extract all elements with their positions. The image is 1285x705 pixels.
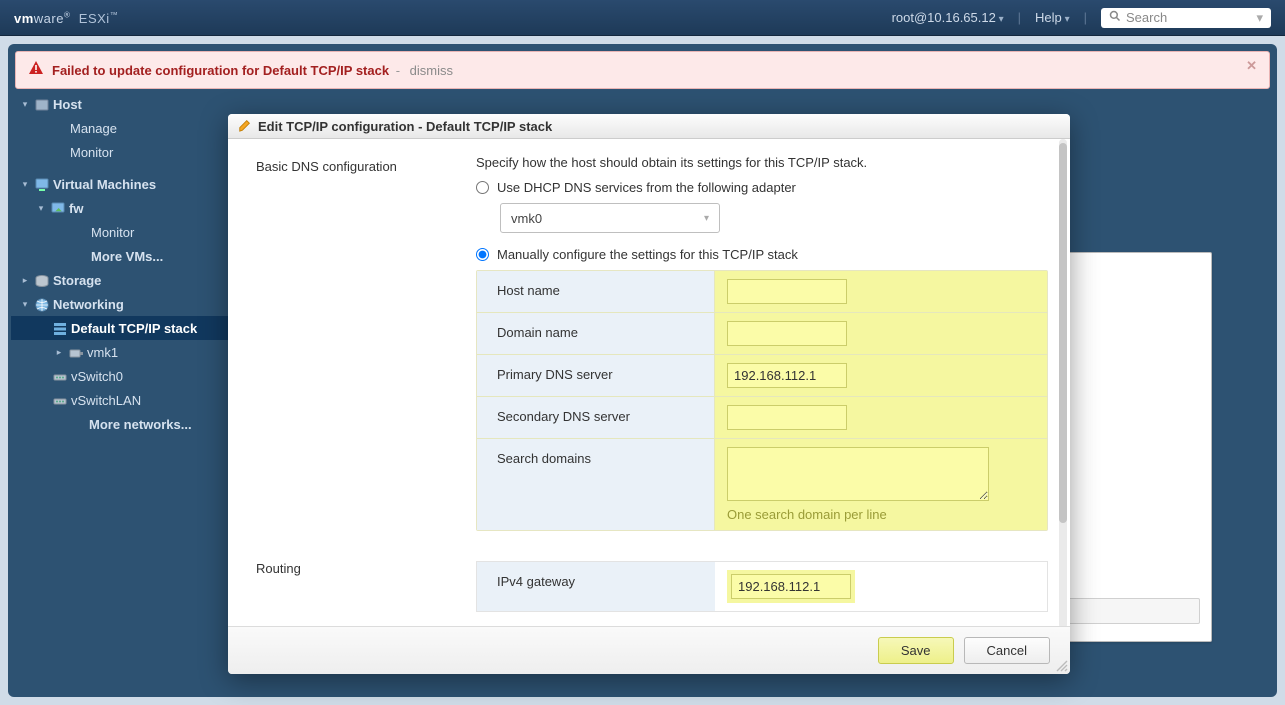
manual-radio[interactable] — [476, 248, 489, 261]
resize-grip-icon[interactable] — [1056, 660, 1068, 672]
alert-message: Failed to update configuration for Defau… — [52, 63, 389, 78]
search-icon — [1109, 10, 1121, 25]
cancel-button[interactable]: Cancel — [964, 637, 1050, 664]
chevron-down-icon: ▾ — [704, 213, 709, 224]
dhcp-radio-label: Use DHCP DNS services from the following… — [497, 180, 796, 195]
ipv4-gateway-row: IPv4 gateway — [476, 561, 1048, 612]
save-button[interactable]: Save — [878, 637, 954, 664]
chevron-down-icon: ▾ — [1256, 10, 1263, 26]
nav-vmk1[interactable]: ▸ vmk1 — [11, 340, 242, 364]
adapter-selected-value: vmk0 — [511, 211, 542, 226]
help-menu[interactable]: Help — [1035, 10, 1070, 25]
vm-running-icon — [49, 200, 66, 216]
dialog-body: Basic DNS configuration Specify how the … — [228, 139, 1070, 626]
manual-settings-table: Host name Domain name Primary DNS server — [476, 270, 1048, 531]
expand-icon[interactable]: ▸ — [51, 347, 67, 358]
collapse-icon[interactable]: ▾ — [17, 179, 33, 190]
nav-vswitchlan[interactable]: vSwitchLAN — [11, 388, 242, 412]
domain-name-label: Domain name — [477, 313, 715, 354]
error-alert: Failed to update configuration for Defau… — [15, 51, 1270, 89]
ipv4-gateway-label: IPv4 gateway — [477, 562, 715, 611]
nav-more-networks[interactable]: More networks... — [11, 412, 242, 436]
separator: | — [1018, 10, 1021, 25]
user-menu[interactable]: root@10.16.65.12 — [892, 10, 1004, 25]
scrollbar-thumb[interactable] — [1059, 143, 1067, 523]
search-domains-hint: One search domain per line — [727, 507, 1035, 522]
host-name-input[interactable] — [727, 279, 847, 304]
nav-vswitch0[interactable]: vSwitch0 — [11, 364, 242, 388]
nav-virtual-machines[interactable]: ▾ Virtual Machines — [11, 172, 242, 196]
brand-logo: vmware® ESXi™ — [14, 10, 118, 26]
nav-monitor[interactable]: Monitor — [11, 140, 242, 164]
section-basic-dns-label: Basic DNS configuration — [244, 155, 476, 531]
manual-radio-row[interactable]: Manually configure the settings for this… — [476, 247, 1048, 262]
nav-fw-monitor[interactable]: Monitor — [11, 220, 242, 244]
collapse-icon[interactable]: ▾ — [17, 299, 33, 310]
nav-fw-vm[interactable]: ▾ fw — [11, 196, 242, 220]
dialog-scrollbar[interactable] — [1059, 139, 1067, 629]
search-domains-textarea[interactable] — [727, 447, 989, 501]
manual-radio-label: Manually configure the settings for this… — [497, 247, 798, 262]
navigation-sidebar: ▾ Host Manage Monitor ▾ Virtual Machines… — [11, 92, 242, 694]
dhcp-radio-row[interactable]: Use DHCP DNS services from the following… — [476, 180, 1048, 195]
vswitch-icon — [51, 392, 68, 408]
expand-icon[interactable]: ▸ — [17, 275, 33, 286]
vm-icon — [33, 176, 50, 192]
secondary-dns-label: Secondary DNS server — [477, 397, 715, 438]
collapse-icon[interactable]: ▾ — [17, 99, 33, 110]
search-placeholder: Search — [1126, 10, 1167, 25]
search-domains-label: Search domains — [477, 439, 715, 530]
nav-more-vms[interactable]: More VMs... — [11, 244, 242, 268]
warning-icon — [28, 60, 44, 80]
adapter-select[interactable]: vmk0 ▾ — [500, 203, 720, 233]
primary-dns-label: Primary DNS server — [477, 355, 715, 396]
primary-dns-input[interactable] — [727, 363, 847, 388]
dialog-title-text: Edit TCP/IP configuration - Default TCP/… — [258, 119, 552, 134]
tcpip-stack-icon — [51, 320, 68, 336]
host-name-label: Host name — [477, 271, 715, 312]
vswitch-icon — [51, 368, 68, 384]
edit-icon — [238, 118, 252, 135]
vmkernel-nic-icon — [67, 344, 84, 360]
storage-icon — [33, 272, 50, 288]
section-routing-label: Routing — [244, 557, 476, 612]
global-search[interactable]: Search ▾ — [1101, 8, 1271, 28]
networking-icon — [33, 296, 50, 312]
nav-host[interactable]: ▾ Host — [11, 92, 242, 116]
secondary-dns-input[interactable] — [727, 405, 847, 430]
dialog-footer: Save Cancel — [228, 626, 1070, 674]
dialog-titlebar[interactable]: Edit TCP/IP configuration - Default TCP/… — [228, 114, 1070, 139]
edit-tcpip-dialog: Edit TCP/IP configuration - Default TCP/… — [228, 114, 1070, 674]
separator: | — [1084, 10, 1087, 25]
nav-networking[interactable]: ▾ Networking — [11, 292, 242, 316]
nav-storage[interactable]: ▸ Storage — [11, 268, 242, 292]
host-icon — [33, 96, 50, 112]
ipv4-gateway-input[interactable] — [731, 574, 851, 599]
top-bar: vmware® ESXi™ root@10.16.65.12 | Help | … — [0, 0, 1285, 36]
dhcp-radio[interactable] — [476, 181, 489, 194]
nav-manage[interactable]: Manage — [11, 116, 242, 140]
alert-dismiss-link[interactable]: dismiss — [410, 63, 453, 78]
section-description: Specify how the host should obtain its s… — [476, 155, 1048, 170]
collapse-icon[interactable]: ▾ — [33, 203, 49, 214]
nav-default-tcpip-stack[interactable]: Default TCP/IP stack — [11, 316, 242, 340]
alert-close-button[interactable]: ✕ — [1246, 58, 1257, 74]
alert-dash: - — [392, 63, 404, 78]
domain-name-input[interactable] — [727, 321, 847, 346]
